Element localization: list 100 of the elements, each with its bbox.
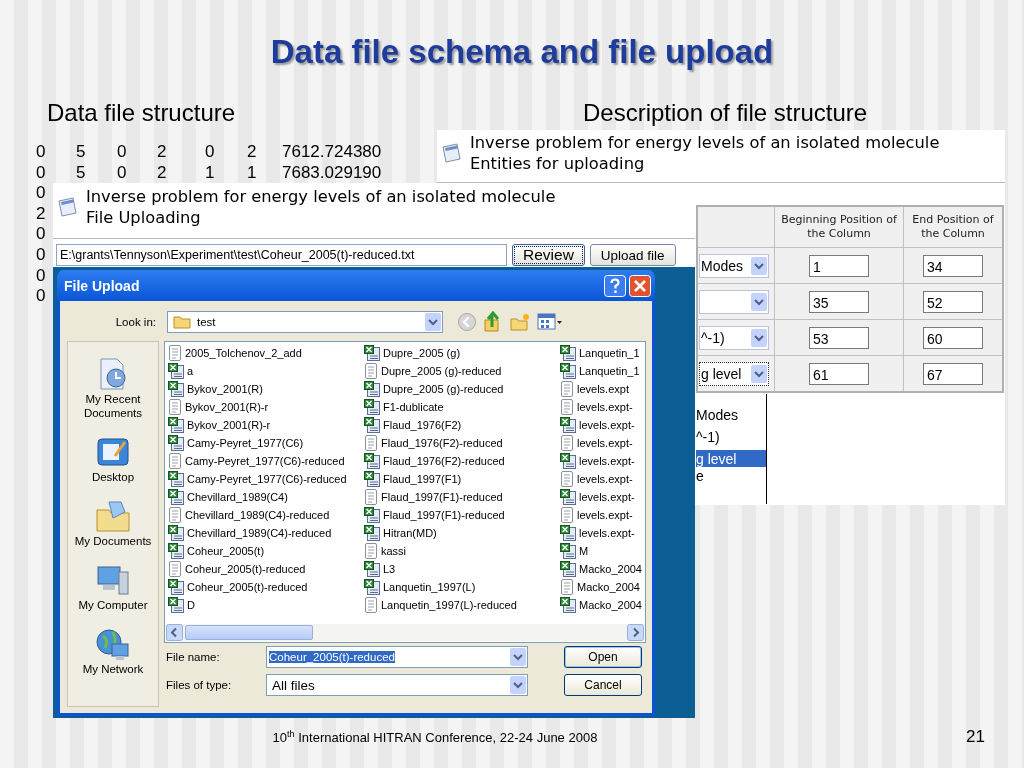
scroll-left-icon[interactable]: [166, 624, 183, 641]
begin-position-field[interactable]: 1: [809, 254, 869, 277]
file-item[interactable]: Bykov_2001(R): [168, 380, 364, 398]
file-item[interactable]: Dupre_2005 (g): [364, 344, 560, 362]
file-item[interactable]: Lanquetin_1997(L)-reduced: [364, 596, 560, 614]
file-item[interactable]: Lanquetin_1: [560, 344, 645, 362]
file-item[interactable]: Macko_2004: [560, 596, 645, 614]
spreadsheet-file-icon: [364, 417, 380, 433]
file-item[interactable]: Chevillard_1989(C4)-reduced: [168, 506, 364, 524]
spreadsheet-file-icon: [168, 579, 184, 595]
file-item[interactable]: levels.expt-: [560, 452, 645, 470]
section-heading: Description of file structure: [583, 99, 868, 127]
file-item[interactable]: Bykov_2001(R)-r: [168, 416, 364, 434]
file-item[interactable]: Flaud_1997(F1): [364, 470, 560, 488]
spreadsheet-file-icon: [560, 543, 576, 559]
file-item[interactable]: levels.expt: [560, 380, 645, 398]
data-value: 7683.029190: [282, 162, 382, 184]
end-position-field[interactable]: 60: [923, 326, 983, 349]
file-item[interactable]: M: [560, 542, 645, 560]
file-type-dropdown[interactable]: All files: [266, 674, 528, 696]
file-item[interactable]: Chevillard_1989(C4)-reduced: [168, 524, 364, 542]
look-in-label: Look in:: [114, 316, 157, 328]
begin-position-field[interactable]: 61: [809, 362, 869, 385]
begin-position-field[interactable]: 35: [809, 290, 869, 313]
file-item[interactable]: Camy-Peyret_1977(C6): [168, 434, 364, 452]
end-position-field[interactable]: 67: [923, 362, 983, 385]
close-icon[interactable]: [629, 274, 651, 297]
views-icon[interactable]: [537, 313, 563, 331]
spreadsheet-file-icon: [168, 363, 184, 379]
file-item[interactable]: levels.expt-: [560, 416, 645, 434]
file-item[interactable]: levels.expt-: [560, 398, 645, 416]
text-file-icon: [168, 453, 182, 469]
file-item[interactable]: F1-dublicate: [364, 398, 560, 416]
file-item[interactable]: Dupre_2005 (g)-reduced: [364, 380, 560, 398]
window-title: Inverse problem for energy levels of an isolated molecule: [470, 132, 940, 153]
cancel-button[interactable]: Cancel: [564, 674, 642, 696]
file-item[interactable]: levels.expt-: [560, 488, 645, 506]
type-select[interactable]: Modes: [699, 253, 769, 278]
file-item[interactable]: Coheur_2005(t): [168, 542, 364, 560]
file-path-field[interactable]: E:\grants\Tennyson\Experiment\test\Coheur_2005(t)-reduced.txt: [56, 244, 507, 267]
file-name-field[interactable]: Coheur_2005(t)-reduced: [266, 646, 528, 668]
file-item[interactable]: Flaud_1976(F2)-reduced: [364, 434, 560, 452]
file-item[interactable]: Macko_2004: [560, 560, 645, 578]
file-item[interactable]: Flaud_1976(F2)-reduced: [364, 452, 560, 470]
places-item[interactable]: My Documents: [69, 498, 157, 548]
file-item[interactable]: Lanquetin_1997(L): [364, 578, 560, 596]
dropdown-option[interactable]: ^-1): [696, 428, 766, 450]
file-item[interactable]: Macko_2004: [560, 578, 645, 596]
file-item[interactable]: levels.expt-: [560, 524, 645, 542]
page-icon: [440, 142, 462, 164]
file-item[interactable]: a: [168, 362, 364, 380]
file-item[interactable]: Flaud_1976(F2): [364, 416, 560, 434]
file-item[interactable]: Hitran(MD): [364, 524, 560, 542]
type-select[interactable]: ^-1): [699, 325, 769, 350]
dropdown-option[interactable]: g level: [696, 450, 766, 467]
places-item[interactable]: My Recent Documents: [69, 356, 157, 420]
places-item[interactable]: Desktop: [69, 434, 157, 484]
data-value: 0: [117, 142, 127, 163]
file-item[interactable]: Camy-Peyret_1977(C6)-reduced: [168, 470, 364, 488]
spreadsheet-file-icon: [168, 435, 184, 451]
file-item[interactable]: levels.expt-: [560, 434, 645, 452]
file-item[interactable]: Flaud_1997(F1)-reduced: [364, 506, 560, 524]
file-item[interactable]: Lanquetin_1: [560, 362, 645, 380]
dialog-title: File Upload: [64, 277, 141, 294]
upload-form-button[interactable]: Review: [512, 244, 585, 267]
begin-position-field[interactable]: 53: [809, 326, 869, 349]
file-item[interactable]: Dupre_2005 (g)-reduced: [364, 362, 560, 380]
spreadsheet-file-icon: [560, 345, 576, 361]
file-item[interactable]: D: [168, 596, 364, 614]
type-select[interactable]: g level: [699, 361, 769, 386]
file-item[interactable]: Flaud_1997(F1)-reduced: [364, 488, 560, 506]
dropdown-option[interactable]: e: [696, 467, 766, 489]
upload-form-button[interactable]: Upload file: [589, 244, 676, 267]
horizontal-scrollbar[interactable]: [166, 624, 644, 641]
data-value: 0: [36, 142, 46, 163]
end-position-field[interactable]: 52: [923, 290, 983, 313]
places-item[interactable]: My Computer: [69, 562, 157, 612]
file-item[interactable]: 2005_Tolchenov_2_add: [168, 344, 364, 362]
file-item[interactable]: kassi: [364, 542, 560, 560]
open-button[interactable]: Open: [564, 646, 642, 668]
file-item[interactable]: Coheur_2005(t)-reduced: [168, 560, 364, 578]
look-in-dropdown[interactable]: test: [167, 311, 443, 333]
text-file-icon: [168, 399, 182, 415]
file-item[interactable]: Camy-Peyret_1977(C6)-reduced: [168, 452, 364, 470]
spreadsheet-file-icon: [560, 525, 576, 541]
file-item[interactable]: levels.expt-: [560, 506, 645, 524]
dropdown-option[interactable]: Modes: [696, 406, 766, 428]
file-item[interactable]: L3: [364, 560, 560, 578]
text-file-icon: [560, 507, 574, 523]
file-item[interactable]: Coheur_2005(t)-reduced: [168, 578, 364, 596]
file-item[interactable]: Chevillard_1989(C4): [168, 488, 364, 506]
folder-icon: [173, 315, 191, 329]
file-item[interactable]: levels.expt-: [560, 470, 645, 488]
data-value: 0: [36, 286, 46, 307]
help-icon[interactable]: [604, 274, 626, 297]
file-item[interactable]: Bykov_2001(R)-r: [168, 398, 364, 416]
spreadsheet-file-icon: [168, 381, 184, 397]
end-position-field[interactable]: 34: [923, 254, 983, 277]
places-item[interactable]: My Network: [69, 626, 157, 676]
scroll-right-icon[interactable]: [627, 624, 644, 641]
